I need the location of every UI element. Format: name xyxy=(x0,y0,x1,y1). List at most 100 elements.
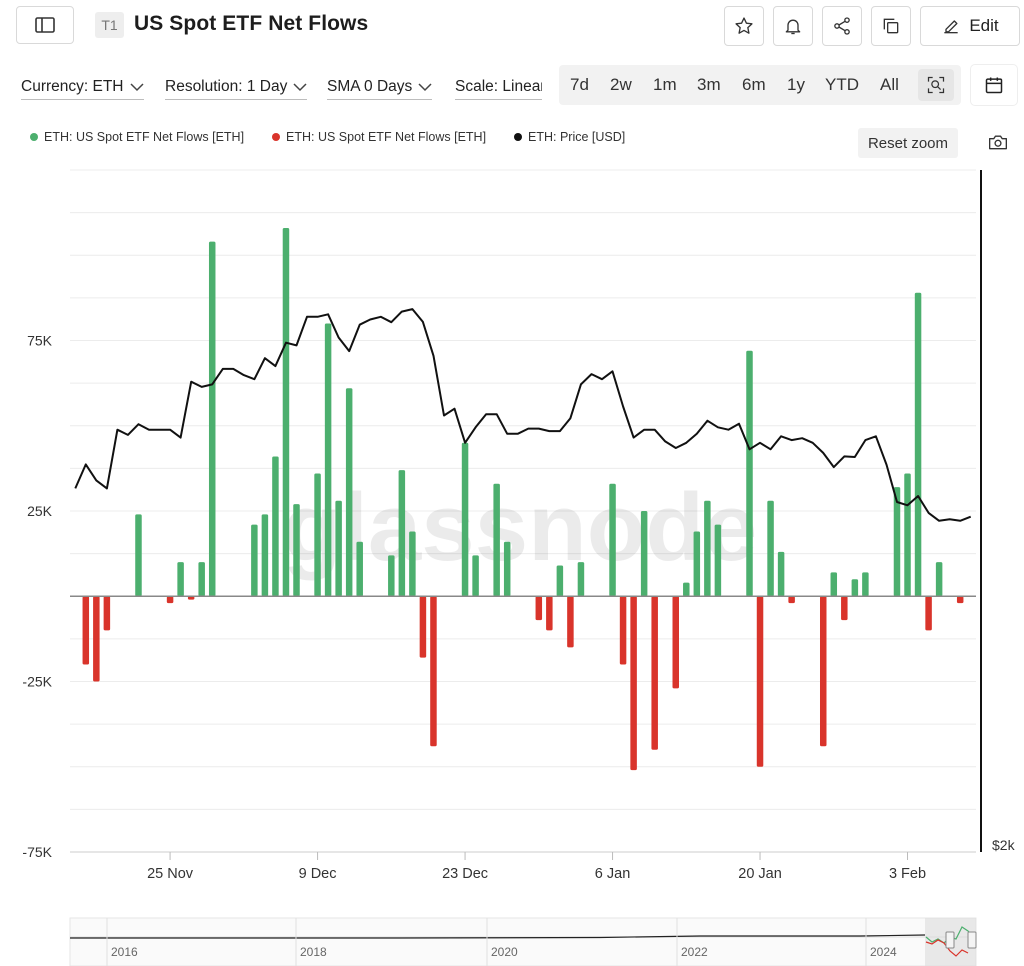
navigator-year-label: 2022 xyxy=(681,945,708,959)
page-title: US Spot ETF Net Flows xyxy=(134,12,369,35)
range-1m[interactable]: 1m xyxy=(653,75,677,95)
inflow-bar xyxy=(314,473,321,597)
chevron-down-icon xyxy=(293,82,307,91)
range-2w[interactable]: 2w xyxy=(610,75,632,95)
inflow-bar xyxy=(830,572,838,597)
edit-button[interactable]: Edit xyxy=(920,6,1020,46)
navigator-year-label: 2016 xyxy=(111,945,138,959)
resolution-label: Resolution: 1 Day xyxy=(165,77,288,95)
inflow-bar xyxy=(198,562,205,597)
y-axis-labels: 75K 25K -25K -75K xyxy=(22,333,52,861)
inflow-bar xyxy=(282,227,290,597)
inflow-bar xyxy=(777,551,785,597)
x-tick-label: 23 Dec xyxy=(442,866,488,882)
currency-label: Currency: ETH xyxy=(21,77,124,95)
inflow-bar xyxy=(767,500,774,597)
resolution-select[interactable]: Resolution: 1 Day xyxy=(165,74,308,100)
time-navigator[interactable]: 2016 2018 2020 2022 2024 xyxy=(0,912,1024,966)
inflow-bar xyxy=(714,524,722,597)
favorite-button[interactable] xyxy=(724,6,764,46)
flows-chart[interactable]: glassnode $2k 75K 25K -25K -75K 25 Nov 9 Dec… xyxy=(0,160,1024,900)
navigator-year-label: 2018 xyxy=(300,945,327,959)
range-7d[interactable]: 7d xyxy=(570,75,589,95)
sma-label: SMA 0 Days xyxy=(327,77,413,95)
navigator-handle-left xyxy=(945,931,955,949)
scale-label: Scale: Linear xyxy=(455,77,542,95)
watermark: glassnode xyxy=(283,474,758,581)
inflow-bar xyxy=(472,555,479,597)
legend-label: ETH: US Spot ETF Net Flows [ETH] xyxy=(286,130,487,144)
chart-controls: Currency: ETH Resolution: 1 Day SMA 0 Da… xyxy=(0,62,1024,108)
inflow-bar xyxy=(904,473,911,597)
inflow-bar xyxy=(704,500,711,597)
inflow-bar xyxy=(208,241,216,597)
time-range-selector: 7d 2w 1m 3m 6m 1y YTD All xyxy=(559,65,961,105)
outflow-bar xyxy=(756,596,764,767)
outflow-bar xyxy=(788,596,795,604)
chevron-down-icon xyxy=(418,82,432,91)
inflow-bar xyxy=(293,504,300,597)
inflow-bar xyxy=(640,511,648,597)
legend-item-outflows[interactable]: ETH: US Spot ETF Net Flows [ETH] xyxy=(272,129,486,145)
legend-label: ETH: Price [USD] xyxy=(528,130,626,144)
outflow-bar xyxy=(103,596,111,631)
outflow-bar xyxy=(419,596,427,658)
reset-zoom-button[interactable]: Reset zoom xyxy=(858,128,958,158)
outflow-bar xyxy=(619,596,627,665)
range-all[interactable]: All xyxy=(880,75,899,95)
x-tick-label: 9 Dec xyxy=(299,866,337,882)
legend-swatch xyxy=(30,133,38,141)
zoom-search-icon xyxy=(927,76,945,94)
x-axis-labels: 25 Nov 9 Dec 23 Dec 6 Jan 20 Jan 3 Feb xyxy=(70,851,976,882)
screenshot-button[interactable] xyxy=(985,132,1011,152)
inflow-bar xyxy=(935,562,943,597)
y-tick-label: -25K xyxy=(22,674,52,690)
navigator-year-label: 2020 xyxy=(491,945,518,959)
alert-button[interactable] xyxy=(773,6,813,46)
legend-item-inflows[interactable]: ETH: US Spot ETF Net Flows [ETH] xyxy=(30,129,244,145)
scale-select[interactable]: Scale: Linear xyxy=(455,74,542,100)
range-6m[interactable]: 6m xyxy=(742,75,766,95)
inflow-bar xyxy=(356,541,363,597)
camera-icon xyxy=(989,135,1007,150)
outflow-bar xyxy=(956,596,964,604)
inflow-bar xyxy=(683,582,690,597)
outflow-bar xyxy=(819,596,827,747)
legend-item-price[interactable]: ETH: Price [USD] xyxy=(514,129,625,145)
copy-icon xyxy=(883,18,899,34)
chevron-down-icon xyxy=(129,82,144,91)
y-tick-label: 25K xyxy=(27,503,53,519)
duplicate-button[interactable] xyxy=(871,6,911,46)
y-tick-label: 75K xyxy=(27,333,53,349)
inflow-bar xyxy=(914,292,922,597)
star-icon xyxy=(735,17,753,34)
inflow-bar xyxy=(503,541,511,597)
sma-select[interactable]: SMA 0 Days xyxy=(327,74,433,100)
outflow-bar xyxy=(925,596,932,631)
currency-select[interactable]: Currency: ETH xyxy=(21,74,144,100)
zoom-search-button[interactable] xyxy=(918,69,954,101)
inflow-bar xyxy=(577,562,585,597)
outflow-bar xyxy=(567,596,574,648)
dashboard-badge: T1 xyxy=(95,12,124,38)
navigator-year-label: 2024 xyxy=(870,945,897,959)
inflow-bar xyxy=(261,514,269,597)
outflow-bar xyxy=(93,596,100,682)
pencil-icon xyxy=(944,20,959,34)
right-axis-label: $2k xyxy=(992,837,1016,853)
inflow-bar xyxy=(746,350,753,597)
inflow-bar xyxy=(251,524,258,597)
legend-label: ETH: US Spot ETF Net Flows [ETH] xyxy=(44,130,245,144)
legend-swatch xyxy=(514,133,522,141)
share-button[interactable] xyxy=(822,6,862,46)
range-1y[interactable]: 1y xyxy=(787,75,805,95)
date-picker-button[interactable] xyxy=(971,65,1017,105)
inflow-bar xyxy=(177,562,184,597)
range-ytd[interactable]: YTD xyxy=(825,75,859,95)
range-3m[interactable]: 3m xyxy=(697,75,721,95)
inflow-bar xyxy=(556,565,564,597)
outflow-bar xyxy=(841,596,848,621)
x-tick-label: 3 Feb xyxy=(889,866,926,882)
toggle-sidebar-button[interactable] xyxy=(16,6,74,44)
inflow-bar xyxy=(493,483,500,597)
